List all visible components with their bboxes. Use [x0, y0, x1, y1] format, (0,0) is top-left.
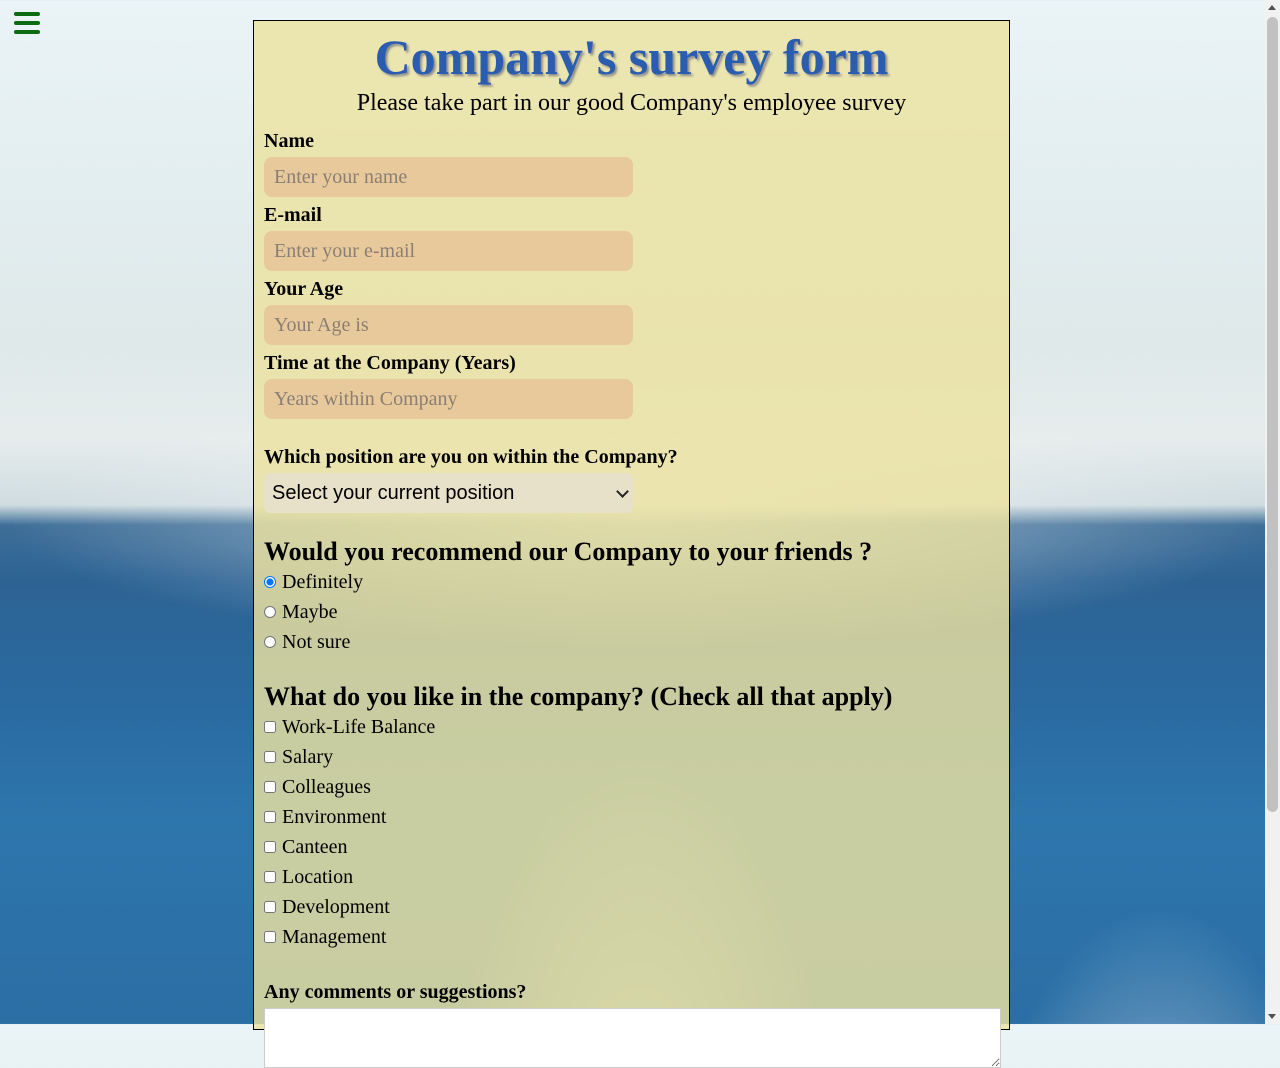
- position-group: Which position are you on within the Com…: [264, 445, 999, 513]
- recommend-option[interactable]: Not sure: [264, 627, 999, 657]
- recommend-radio-not-sure[interactable]: [264, 636, 276, 648]
- page-subtitle: Please take part in our good Company's e…: [356, 90, 907, 116]
- likes-option-label: Salary: [282, 745, 334, 768]
- likes-checkbox-location[interactable]: [264, 871, 276, 883]
- comments-group: Any comments or suggestions?: [264, 980, 1001, 1068]
- likes-option-label: Management: [282, 925, 387, 948]
- likes-checkbox-environment[interactable]: [264, 811, 276, 823]
- recommend-option-label: Not sure: [282, 630, 351, 653]
- likes-option-label: Environment: [282, 805, 387, 828]
- age-group: Your Age: [264, 277, 999, 345]
- menu-bar: [14, 12, 40, 16]
- likes-checkbox-development[interactable]: [264, 901, 276, 913]
- likes-option[interactable]: Management: [264, 922, 999, 952]
- page-scrollbar[interactable]: [1265, 0, 1280, 1024]
- recommend-option[interactable]: Definitely: [264, 567, 999, 597]
- likes-option[interactable]: Development: [264, 892, 999, 922]
- survey-form: Company's survey form Please take part i…: [253, 20, 1010, 1068]
- likes-question: What do you like in the company? (Check …: [264, 682, 893, 711]
- likes-option[interactable]: Colleagues: [264, 772, 999, 802]
- likes-option[interactable]: Environment: [264, 802, 999, 832]
- recommend-radio-definitely[interactable]: [264, 576, 276, 588]
- years-input[interactable]: [264, 379, 633, 419]
- likes-option-label: Colleagues: [282, 775, 371, 798]
- chevron-down-icon: [616, 485, 629, 498]
- menu-bar: [14, 30, 40, 34]
- likes-checkbox-canteen[interactable]: [264, 841, 276, 853]
- comments-textarea[interactable]: [264, 1008, 1001, 1068]
- years-group: Time at the Company (Years): [264, 351, 999, 419]
- likes-option[interactable]: Location: [264, 862, 999, 892]
- name-group: Name: [264, 129, 999, 197]
- likes-option[interactable]: Salary: [264, 742, 999, 772]
- hamburger-menu-icon[interactable]: [14, 12, 40, 34]
- years-label: Time at the Company (Years): [264, 352, 516, 374]
- recommend-question: Would you recommend our Company to your …: [264, 537, 873, 566]
- likes-option[interactable]: Work-Life Balance: [264, 712, 999, 742]
- recommend-radio-maybe[interactable]: [264, 606, 276, 618]
- scrollbar-thumb[interactable]: [1267, 17, 1278, 812]
- name-input[interactable]: [264, 157, 633, 197]
- likes-option-label: Location: [282, 865, 354, 888]
- email-label: E-mail: [264, 204, 322, 226]
- recommend-option[interactable]: Maybe: [264, 597, 999, 627]
- likes-checkbox-work-life-balance[interactable]: [264, 721, 276, 733]
- menu-bar: [14, 21, 40, 25]
- name-label: Name: [264, 130, 314, 152]
- likes-checkbox-management[interactable]: [264, 931, 276, 943]
- likes-option-label: Development: [282, 895, 390, 918]
- recommend-option-label: Maybe: [282, 600, 338, 623]
- age-label: Your Age: [264, 278, 344, 300]
- likes-option-label: Work-Life Balance: [282, 715, 436, 738]
- likes-checkbox-colleagues[interactable]: [264, 781, 276, 793]
- position-label: Which position are you on within the Com…: [264, 446, 678, 468]
- recommend-option-label: Definitely: [282, 570, 364, 593]
- email-group: E-mail: [264, 203, 999, 271]
- position-select[interactable]: Select your current position: [264, 473, 633, 513]
- email-input[interactable]: [264, 231, 633, 271]
- likes-option-label: Canteen: [282, 835, 348, 858]
- likes-option[interactable]: Canteen: [264, 832, 999, 862]
- likes-checkbox-salary[interactable]: [264, 751, 276, 763]
- scroll-down-arrow-icon[interactable]: [1268, 1014, 1276, 1019]
- recommend-group: Would you recommend our Company to your …: [264, 537, 999, 657]
- likes-group: What do you like in the company? (Check …: [264, 682, 999, 952]
- scroll-up-arrow-icon[interactable]: [1268, 5, 1276, 10]
- page-title: Company's survey form: [374, 29, 889, 85]
- age-input[interactable]: [264, 305, 633, 345]
- position-selected-value: Select your current position: [272, 482, 515, 504]
- comments-label: Any comments or suggestions?: [264, 981, 527, 1003]
